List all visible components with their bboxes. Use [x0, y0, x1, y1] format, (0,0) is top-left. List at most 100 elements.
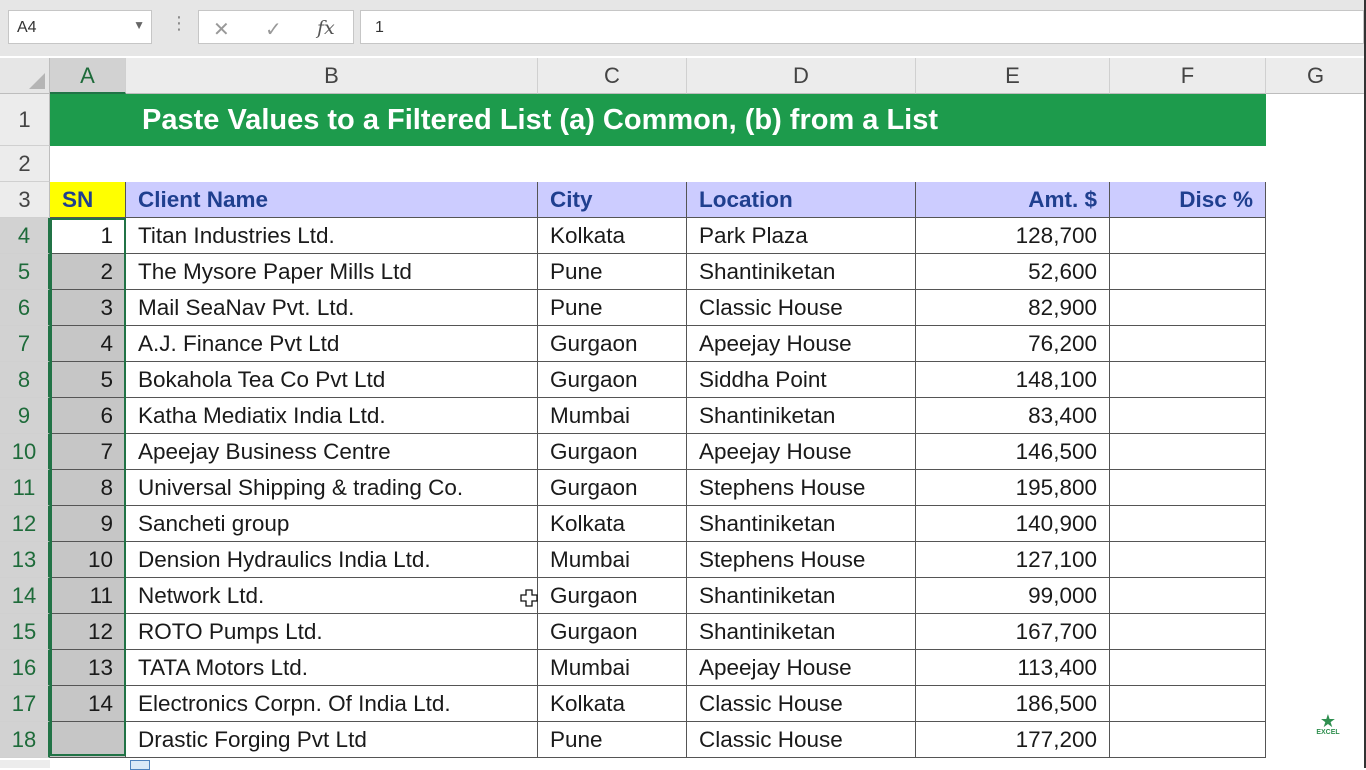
name-box-dropdown-icon[interactable]: ▼ [133, 18, 145, 32]
cell-location[interactable]: Shantiniketan [687, 506, 916, 542]
cell-amount[interactable]: 83,400 [916, 398, 1110, 434]
cell-sn[interactable]: 2 [50, 254, 126, 290]
cell-city[interactable]: Kolkata [538, 506, 687, 542]
cell-city[interactable]: Gurgaon [538, 614, 687, 650]
cell-amount[interactable]: 127,100 [916, 542, 1110, 578]
cell-disc[interactable] [1110, 218, 1266, 254]
cell-city[interactable]: Gurgaon [538, 434, 687, 470]
active-cell-a4[interactable]: 1 [50, 218, 126, 254]
cell-client[interactable]: Bokahola Tea Co Pvt Ltd [126, 362, 538, 398]
row-header-7[interactable]: 7 [0, 326, 50, 362]
cell-sn[interactable]: 12 [50, 614, 126, 650]
cell-city[interactable]: Kolkata [538, 686, 687, 722]
row-header-9[interactable]: 9 [0, 398, 50, 434]
row-header-8[interactable]: 8 [0, 362, 50, 398]
cell-sn[interactable]: 4 [50, 326, 126, 362]
cell-amount[interactable]: 52,600 [916, 254, 1110, 290]
cell-amount[interactable]: 140,900 [916, 506, 1110, 542]
cell-location[interactable]: Shantiniketan [687, 614, 916, 650]
row-header-6[interactable]: 6 [0, 290, 50, 326]
cell-city[interactable]: Mumbai [538, 650, 687, 686]
cell-client[interactable]: Network Ltd. [126, 578, 538, 614]
row-header-14[interactable]: 14 [0, 578, 50, 614]
cell-client[interactable]: Mail SeaNav Pvt. Ltd. [126, 290, 538, 326]
row-header-16[interactable]: 16 [0, 650, 50, 686]
cell-location[interactable]: Apeejay House [687, 434, 916, 470]
cell-city[interactable]: Kolkata [538, 218, 687, 254]
header-city[interactable]: City [538, 182, 687, 218]
cell-disc[interactable] [1110, 722, 1266, 758]
cell-amount[interactable]: 99,000 [916, 578, 1110, 614]
cell-city[interactable]: Gurgaon [538, 326, 687, 362]
title-banner[interactable]: Paste Values to a Filtered List (a) Comm… [50, 94, 1266, 146]
header-sn[interactable]: SN [50, 182, 126, 218]
cell-sn[interactable]: 9 [50, 506, 126, 542]
enter-icon[interactable]: ✓ [265, 17, 282, 42]
name-box[interactable]: A4 ▼ [8, 10, 152, 44]
cell-city[interactable]: Gurgaon [538, 470, 687, 506]
row-header-2[interactable]: 2 [0, 146, 50, 182]
row-header-17[interactable]: 17 [0, 686, 50, 722]
cell-sn[interactable]: 14 [50, 686, 126, 722]
cell-sn[interactable]: 10 [50, 542, 126, 578]
cell-client[interactable]: Dension Hydraulics India Ltd. [126, 542, 538, 578]
cell-amount[interactable]: 177,200 [916, 722, 1110, 758]
cell-client[interactable]: A.J. Finance Pvt Ltd [126, 326, 538, 362]
cell-amount[interactable]: 146,500 [916, 434, 1110, 470]
cell-sn[interactable]: 13 [50, 650, 126, 686]
header-client[interactable]: Client Name [126, 182, 538, 218]
row-header-12[interactable]: 12 [0, 506, 50, 542]
cell-location[interactable]: Shantiniketan [687, 398, 916, 434]
row-header-13[interactable]: 13 [0, 542, 50, 578]
cell-disc[interactable] [1110, 290, 1266, 326]
select-all-corner[interactable] [0, 58, 50, 94]
cell-city[interactable]: Gurgaon [538, 362, 687, 398]
cell-amount[interactable]: 128,700 [916, 218, 1110, 254]
cell-sn[interactable]: 7 [50, 434, 126, 470]
cell-location[interactable]: Shantiniketan [687, 578, 916, 614]
column-header-d[interactable]: D [687, 58, 916, 94]
cell-amount[interactable]: 167,700 [916, 614, 1110, 650]
column-header-f[interactable]: F [1110, 58, 1266, 94]
cell-location[interactable]: Stephens House [687, 542, 916, 578]
cell-amount[interactable]: 186,500 [916, 686, 1110, 722]
cell-disc[interactable] [1110, 506, 1266, 542]
column-header-a[interactable]: A [50, 58, 126, 94]
header-location[interactable]: Location [687, 182, 916, 218]
column-header-b[interactable]: B [126, 58, 538, 94]
cell-city[interactable]: Gurgaon [538, 578, 687, 614]
cell-location[interactable]: Siddha Point [687, 362, 916, 398]
paste-options-icon[interactable] [130, 760, 150, 770]
cell-client[interactable]: Drastic Forging Pvt Ltd [126, 722, 538, 758]
cell-location[interactable]: Classic House [687, 686, 916, 722]
cell-sn[interactable] [50, 722, 126, 758]
cell-client[interactable]: Titan Industries Ltd. [126, 218, 538, 254]
row-header-1[interactable]: 1 [0, 94, 50, 146]
column-header-g[interactable]: G [1266, 58, 1366, 94]
cancel-icon[interactable]: ✕ [213, 17, 230, 42]
row-header-3[interactable]: 3 [0, 182, 50, 218]
cell-amount[interactable]: 82,900 [916, 290, 1110, 326]
cell-location[interactable]: Stephens House [687, 470, 916, 506]
cell-disc[interactable] [1110, 254, 1266, 290]
cell-amount[interactable]: 76,200 [916, 326, 1110, 362]
cell-disc[interactable] [1110, 326, 1266, 362]
cell-disc[interactable] [1110, 686, 1266, 722]
cell-city[interactable]: Pune [538, 290, 687, 326]
cell-disc[interactable] [1110, 470, 1266, 506]
cell-location[interactable]: Apeejay House [687, 650, 916, 686]
row-header-4[interactable]: 4 [0, 218, 50, 254]
cell-amount[interactable]: 195,800 [916, 470, 1110, 506]
insert-function-icon[interactable]: fx [317, 17, 335, 39]
cell-client[interactable]: Universal Shipping & trading Co. [126, 470, 538, 506]
cell-location[interactable]: Apeejay House [687, 326, 916, 362]
cell-sn[interactable]: 8 [50, 470, 126, 506]
cell-location[interactable]: Classic House [687, 290, 916, 326]
cell-location[interactable]: Shantiniketan [687, 254, 916, 290]
formula-input[interactable]: 1 [360, 10, 1364, 44]
cell-disc[interactable] [1110, 398, 1266, 434]
cell-location[interactable]: Classic House [687, 722, 916, 758]
cell-city[interactable]: Pune [538, 722, 687, 758]
cell-sn[interactable]: 3 [50, 290, 126, 326]
cell-disc[interactable] [1110, 434, 1266, 470]
